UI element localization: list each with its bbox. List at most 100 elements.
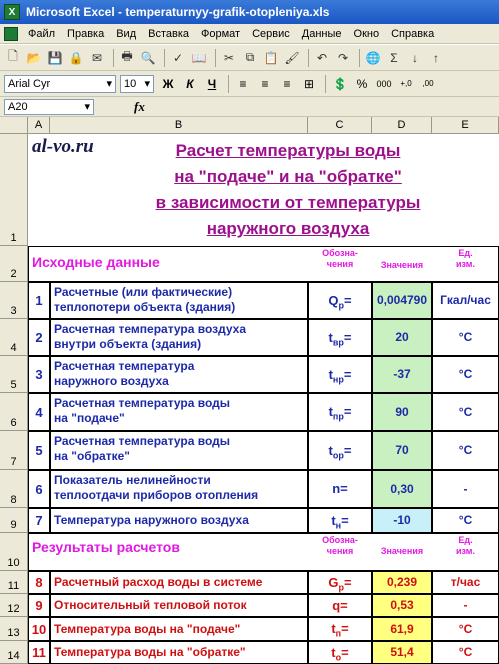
- column-header-c[interactable]: C: [308, 117, 372, 134]
- input-description: Расчетная температура воды на "обратке": [50, 434, 308, 464]
- symbol-equals: =: [343, 366, 352, 382]
- new-icon[interactable]: 🗋: [4, 49, 22, 67]
- currency-icon[interactable]: 💲: [330, 75, 350, 93]
- menu-file[interactable]: Файл: [28, 28, 55, 40]
- save-icon[interactable]: 💾: [46, 49, 64, 67]
- permission-icon[interactable]: 🔒: [67, 49, 85, 67]
- menu-view[interactable]: Вид: [116, 28, 136, 40]
- formula-bar: A20 ▾ fx: [0, 97, 499, 117]
- row-header-14[interactable]: 14: [0, 641, 28, 664]
- row-header-5[interactable]: 5: [0, 356, 28, 393]
- result-value: 0,239: [386, 575, 418, 589]
- toolbar-separator: [325, 74, 326, 93]
- result-number: 9: [35, 598, 43, 613]
- row-header-4[interactable]: 4: [0, 319, 28, 356]
- print-icon[interactable]: 🖶: [118, 49, 136, 67]
- symbol-equals: =: [341, 644, 349, 660]
- align-center-icon[interactable]: ≡: [255, 75, 275, 93]
- input-description: Расчетная температура наружного воздуха: [50, 359, 308, 389]
- research-icon[interactable]: 📖: [190, 49, 208, 67]
- percent-icon[interactable]: %: [352, 75, 372, 93]
- input-description-line: Расчетная температура: [54, 359, 195, 373]
- menu-format[interactable]: Формат: [201, 28, 240, 40]
- standard-toolbar: 🗋 📂 💾 🔒 ✉ 🖶 🔍 ✓ 📖 ✂ ⧉ 📋 🖌 ↶ ↷ 🌐 Σ ↓ ↑: [0, 45, 499, 71]
- row-header-7[interactable]: 7: [0, 431, 28, 470]
- input-value: 70: [395, 443, 409, 457]
- format-painter-icon[interactable]: 🖌: [283, 49, 301, 67]
- open-icon[interactable]: 📂: [25, 49, 43, 67]
- row-header-9[interactable]: 9: [0, 508, 28, 533]
- input-symbol: tн=: [308, 513, 372, 531]
- mail-icon[interactable]: ✉: [88, 49, 106, 67]
- fx-icon[interactable]: fx: [134, 99, 145, 115]
- row-header-6[interactable]: 6: [0, 393, 28, 431]
- input-unit: °C: [458, 404, 473, 419]
- select-all-corner[interactable]: [0, 117, 28, 134]
- italic-button[interactable]: К: [180, 75, 200, 93]
- menu-window[interactable]: Окно: [354, 28, 380, 40]
- column-header-a[interactable]: A: [28, 117, 50, 134]
- row-header-11[interactable]: 11: [0, 571, 28, 594]
- redo-icon[interactable]: ↷: [334, 49, 352, 67]
- toolbar-separator: [228, 74, 229, 93]
- site-watermark: al-vo.ru: [32, 136, 94, 157]
- title-line: наружного воздуха: [206, 219, 370, 238]
- menu-tools[interactable]: Сервис: [252, 28, 290, 40]
- thousands-icon[interactable]: 000: [374, 75, 394, 93]
- row-header-12[interactable]: 12: [0, 594, 28, 617]
- result-description: Расчетный расход воды в системе: [54, 575, 263, 589]
- cut-icon[interactable]: ✂: [220, 49, 238, 67]
- font-size-select[interactable]: 10 ▾: [120, 74, 154, 93]
- formatting-toolbar: Arial Cyr ▾ 10 ▾ Ж К Ч ≡ ≡ ≡ ⊞ 💲 % 000 +…: [0, 71, 499, 97]
- bold-button[interactable]: Ж: [158, 75, 178, 93]
- copy-icon[interactable]: ⧉: [241, 49, 259, 67]
- input-description-line: теплопотери объекта (здания): [54, 300, 236, 314]
- row-header-2[interactable]: 2: [0, 246, 28, 282]
- result-value: 61,9: [390, 621, 414, 636]
- menu-insert[interactable]: Вставка: [148, 28, 189, 40]
- worksheet-grid[interactable]: al-vo.ru Расчет температуры воды на "под…: [28, 134, 499, 664]
- sort-desc-icon[interactable]: ↑: [427, 49, 445, 67]
- paste-icon[interactable]: 📋: [262, 49, 280, 67]
- input-description: Показатель нелинейности теплоотдачи прибо…: [50, 473, 308, 503]
- autosum-icon[interactable]: Σ: [385, 49, 403, 67]
- increase-decimal-icon[interactable]: +,0: [396, 75, 416, 93]
- decrease-decimal-icon[interactable]: ,00: [418, 75, 438, 93]
- hyperlink-icon[interactable]: 🌐: [364, 49, 382, 67]
- row-header-1[interactable]: 1: [0, 134, 28, 246]
- row-header-3[interactable]: 3: [0, 282, 28, 319]
- menu-edit[interactable]: Правка: [67, 28, 104, 40]
- input-unit: °C: [458, 367, 473, 381]
- merge-center-icon[interactable]: ⊞: [299, 75, 319, 93]
- column-header-d[interactable]: D: [372, 117, 432, 134]
- row-header-10[interactable]: 10: [0, 533, 28, 571]
- column-header-e[interactable]: E: [432, 117, 499, 134]
- menu-data[interactable]: Данные: [302, 28, 342, 40]
- align-left-icon[interactable]: ≡: [233, 75, 253, 93]
- font-name-select[interactable]: Arial Cyr ▾: [4, 74, 116, 93]
- result-value: 0,53: [390, 598, 414, 612]
- sort-asc-icon[interactable]: ↓: [406, 49, 424, 67]
- name-box[interactable]: A20 ▾: [4, 98, 94, 115]
- input-header-frame: [28, 246, 499, 282]
- undo-icon[interactable]: ↶: [313, 49, 331, 67]
- input-number: 4: [35, 404, 43, 420]
- input-value: -37: [393, 367, 411, 381]
- toolbar-separator: [215, 48, 216, 67]
- column-header-b[interactable]: B: [50, 117, 308, 134]
- align-right-icon[interactable]: ≡: [277, 75, 297, 93]
- chevron-down-icon: ▾: [106, 78, 112, 90]
- symbol-letter: Q: [328, 292, 339, 308]
- input-description: Расчетная температура воздуха внутри объе…: [50, 322, 308, 352]
- input-description-line: Показатель нелинейности: [54, 473, 211, 487]
- input-symbol: tнр=: [308, 367, 372, 385]
- spelling-icon[interactable]: ✓: [169, 49, 187, 67]
- workbook-icon[interactable]: [4, 26, 18, 41]
- row-header-13[interactable]: 13: [0, 617, 28, 641]
- underline-button[interactable]: Ч: [202, 75, 222, 93]
- menu-help[interactable]: Справка: [391, 28, 434, 40]
- row-header-8[interactable]: 8: [0, 470, 28, 508]
- symbol-equals: =: [343, 329, 352, 345]
- input-unit: °C: [458, 330, 473, 344]
- print-preview-icon[interactable]: 🔍: [139, 49, 157, 67]
